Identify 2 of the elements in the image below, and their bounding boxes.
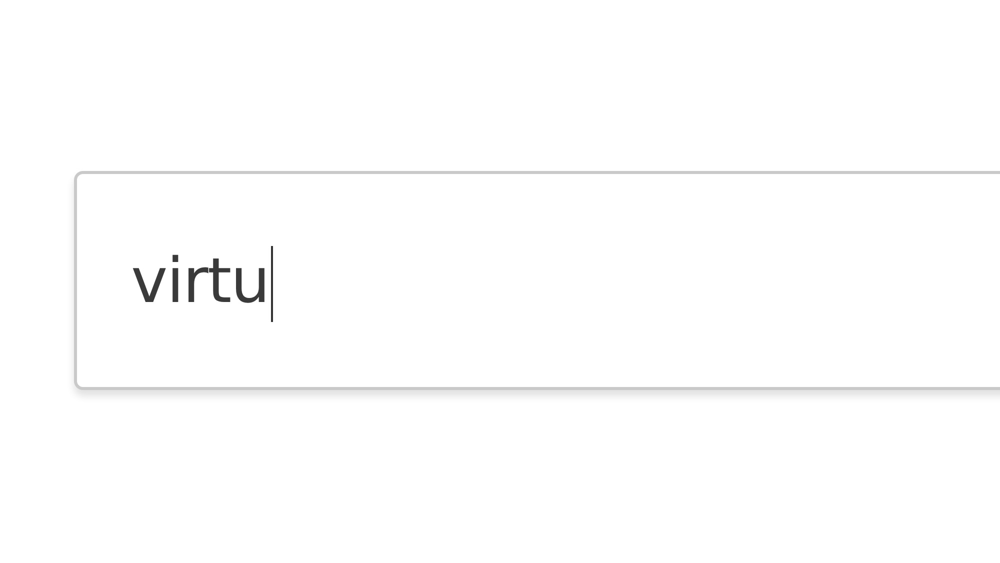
typed-text: virtu: [131, 250, 270, 312]
search-field[interactable]: virtu: [74, 171, 1000, 390]
